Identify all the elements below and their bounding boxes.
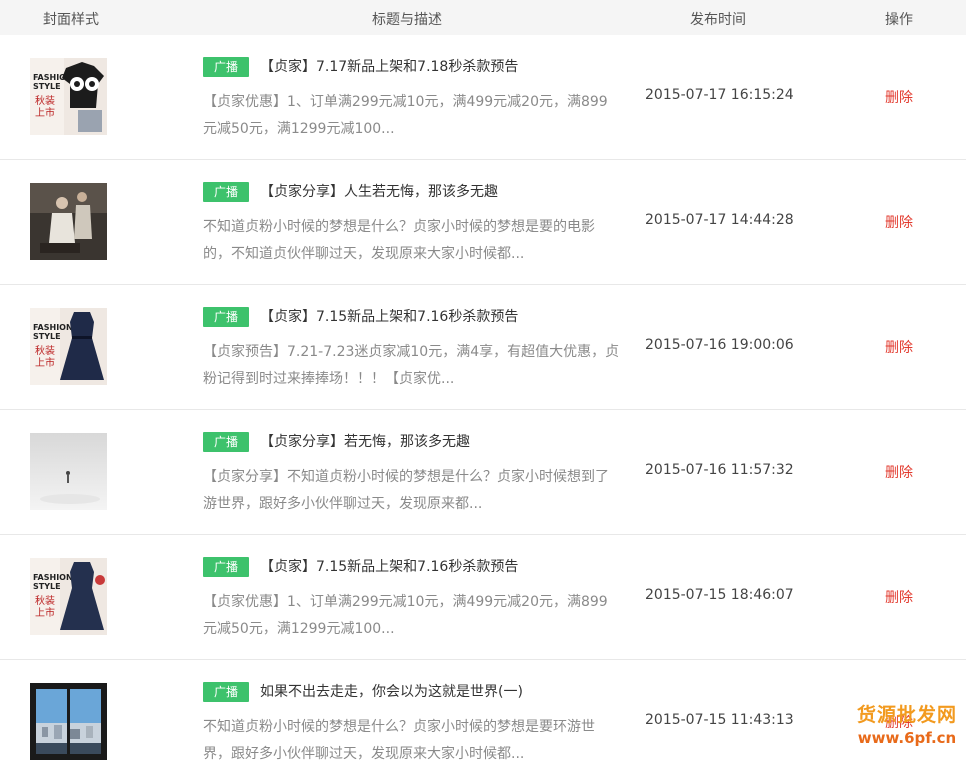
cover-image bbox=[30, 683, 107, 760]
svg-text:FASHION: FASHION bbox=[33, 323, 73, 332]
broadcast-badge: 广播 bbox=[203, 682, 249, 702]
article-description: 【贞家分享】不知道贞粉小时候的梦想是什么？贞家小时候想到了游世界，跟好多小伙伴聊… bbox=[203, 469, 609, 512]
header-title: 标题与描述 bbox=[372, 12, 442, 28]
delete-button[interactable]: 删除 bbox=[885, 212, 913, 232]
header-cover: 封面样式 bbox=[43, 12, 99, 28]
article-title[interactable]: 【贞家】7.15新品上架和7.16秒杀款预告 bbox=[260, 307, 518, 327]
svg-text:FASHION: FASHION bbox=[33, 573, 73, 582]
article-description: 【贞家优惠】1、订单满299元减10元，满499元减20元，满899元减50元，… bbox=[203, 94, 608, 137]
svg-text:上市: 上市 bbox=[35, 606, 55, 619]
table-row: 广播 【贞家分享】人生若无悔，那该多无趣 不知道贞粉小时候的梦想是什么？贞家小时… bbox=[0, 160, 966, 285]
svg-text:上市: 上市 bbox=[35, 106, 55, 119]
table-row: FASHION STYLE 秋装 上市 广播 【贞家】7.17新品上架和7.18… bbox=[0, 35, 966, 160]
article-title[interactable]: 【贞家分享】若无悔，那该多无趣 bbox=[260, 432, 470, 452]
table-row: 广播 【贞家分享】若无悔，那该多无趣 【贞家分享】不知道贞粉小时候的梦想是什么？… bbox=[0, 410, 966, 535]
table-row: FASHION STYLE 秋装 上市 广播 【贞家】7.15新品上架和7.16… bbox=[0, 535, 966, 660]
cover-image: FASHION STYLE 秋装 上市 bbox=[30, 58, 107, 135]
svg-text:STYLE: STYLE bbox=[33, 332, 61, 341]
publish-time: 2015-07-15 11:43:13 bbox=[645, 712, 794, 728]
cover-image bbox=[30, 183, 107, 260]
delete-button[interactable]: 删除 bbox=[885, 712, 913, 732]
cover-image: FASHION STYLE 秋装 上市 bbox=[30, 308, 107, 385]
delete-button[interactable]: 删除 bbox=[885, 462, 913, 482]
delete-button[interactable]: 删除 bbox=[885, 337, 913, 357]
article-title[interactable]: 【贞家】7.17新品上架和7.18秒杀款预告 bbox=[260, 57, 518, 77]
publish-time: 2015-07-15 18:46:07 bbox=[645, 587, 794, 603]
broadcast-badge: 广播 bbox=[203, 557, 249, 577]
broadcast-badge: 广播 bbox=[203, 307, 249, 327]
delete-button[interactable]: 删除 bbox=[885, 87, 913, 107]
svg-text:STYLE: STYLE bbox=[33, 582, 61, 591]
publish-time: 2015-07-17 14:44:28 bbox=[645, 212, 794, 228]
broadcast-badge: 广播 bbox=[203, 57, 249, 77]
delete-button[interactable]: 删除 bbox=[885, 587, 913, 607]
svg-text:STYLE: STYLE bbox=[33, 82, 61, 91]
svg-text:秋装: 秋装 bbox=[35, 594, 55, 607]
article-title[interactable]: 【贞家分享】人生若无悔，那该多无趣 bbox=[260, 182, 498, 202]
header-time: 发布时间 bbox=[690, 12, 746, 28]
publish-time: 2015-07-16 19:00:06 bbox=[645, 337, 794, 353]
svg-text:上市: 上市 bbox=[35, 356, 55, 369]
svg-text:秋装: 秋装 bbox=[35, 344, 55, 357]
article-description: 【贞家预告】7.21-7.23迷贞家减10元，满4享，有超值大优惠，贞粉记得到时… bbox=[203, 344, 620, 387]
article-description: 不知道贞粉小时候的梦想是什么？贞家小时候的梦想是要的电影的，不知道贞伙伴聊过天，… bbox=[203, 219, 595, 262]
svg-text:秋装: 秋装 bbox=[35, 94, 55, 107]
publish-time: 2015-07-17 16:15:24 bbox=[645, 87, 794, 103]
table-header: 封面样式 标题与描述 发布时间 操作 bbox=[0, 0, 966, 36]
article-title[interactable]: 【贞家】7.15新品上架和7.16秒杀款预告 bbox=[260, 557, 518, 577]
header-action: 操作 bbox=[885, 12, 913, 28]
broadcast-badge: 广播 bbox=[203, 182, 249, 202]
publish-time: 2015-07-16 11:57:32 bbox=[645, 462, 794, 478]
article-description: 不知道贞粉小时候的梦想是什么？贞家小时候的梦想是要环游世界，跟好多小伙伴聊过天，… bbox=[203, 719, 595, 762]
table-row: 广播 如果不出去走走，你会以为这就是世界(一) 不知道贞粉小时候的梦想是什么？贞… bbox=[0, 660, 966, 784]
cover-image bbox=[30, 433, 107, 510]
article-description: 【贞家优惠】1、订单满299元减10元，满499元减20元，满899元减50元，… bbox=[203, 594, 608, 637]
broadcast-badge: 广播 bbox=[203, 432, 249, 452]
article-title[interactable]: 如果不出去走走，你会以为这就是世界(一) bbox=[260, 682, 523, 702]
table-row: FASHION STYLE 秋装 上市 广播 【贞家】7.15新品上架和7.16… bbox=[0, 285, 966, 410]
cover-image: FASHION STYLE 秋装 上市 bbox=[30, 558, 107, 635]
